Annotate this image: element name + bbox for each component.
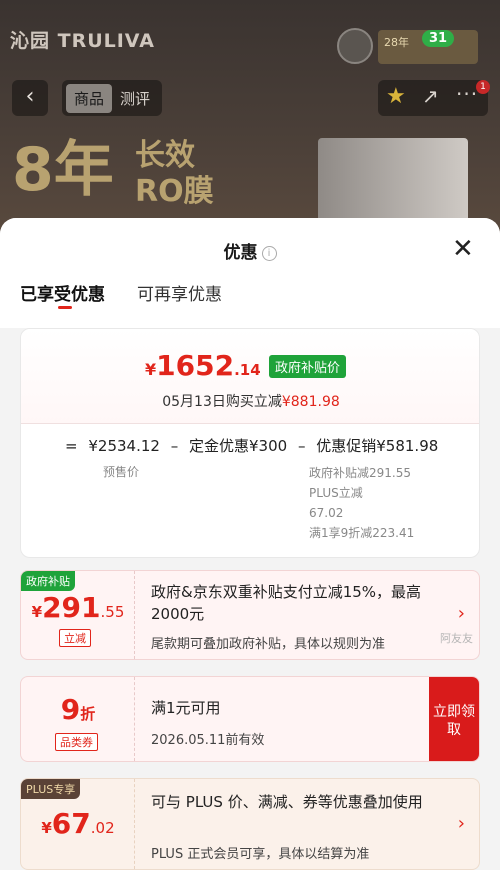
formula-equals: = xyxy=(65,437,78,455)
slogan-line2: RO膜 xyxy=(135,174,214,209)
coupon-amount-decimal: .02 xyxy=(90,819,115,837)
brand-seal-icon xyxy=(337,28,373,64)
promo-detail-discount: 满1享9折减223.41 xyxy=(309,526,415,540)
share-icon[interactable]: ↗ xyxy=(422,84,439,108)
coupon-gov-subsidy[interactable]: 政府补贴 ¥291.55 立减 政府&京东双重补贴支付立减15%，最高2000元… xyxy=(20,570,480,660)
watermark: 阿友友 xyxy=(440,632,473,645)
presale-price: ¥2534.12 xyxy=(88,437,160,455)
close-icon[interactable]: ✕ xyxy=(452,234,474,264)
coupon-value: PLUS专享 ¥67.02 xyxy=(21,779,135,869)
coupon-amount: ¥291.55 xyxy=(21,591,135,624)
product-image xyxy=(318,138,468,228)
purchase-discount-amount: ¥881.98 xyxy=(281,394,340,410)
discount-sheet: 优惠 i ✕ 已享受优惠 可再享优惠 ¥1652.14 政府补贴价 05月13日购… xyxy=(0,218,500,870)
formula-minus: – xyxy=(170,437,179,455)
gov-subsidy-price-tag: 政府补贴价 xyxy=(269,355,347,378)
tab-enjoyed-discounts[interactable]: 已享受优惠 xyxy=(20,280,105,309)
coupon-info: 满1元可用 2026.05.11前有效 立即领取 xyxy=(135,677,479,761)
promo-discount: 优惠促销¥581.98 xyxy=(316,437,439,455)
product-page-background: 沁园 TRULIVA 28年 31 ‹ 商品 测评 ★ ↗ ··· 1 8年 长… xyxy=(0,0,500,240)
tab-more-discounts[interactable]: 可再享优惠 xyxy=(137,280,222,305)
coupon-info: 政府&京东双重补贴支付立减15%，最高2000元 尾款期可叠加政府补贴，具体以规… xyxy=(135,571,479,659)
chevron-left-icon: ‹ xyxy=(25,84,35,109)
favorite-star-icon[interactable]: ★ xyxy=(386,84,406,109)
claim-coupon-button[interactable]: 立即领取 xyxy=(429,677,479,761)
currency-symbol: ¥ xyxy=(145,360,157,379)
coupon-amount-integer: 67 xyxy=(51,807,91,840)
coupon-amount: ¥67.02 xyxy=(21,807,135,840)
coupon-tag: 政府补贴 xyxy=(21,571,75,591)
discount-tabs: 已享受优惠 可再享优惠 xyxy=(20,280,254,309)
slogan-side: 长效 RO膜 xyxy=(135,138,214,210)
purchase-date-text: 05月13日购买立减 xyxy=(162,394,282,410)
presale-label: 预售价 xyxy=(103,465,140,479)
info-icon[interactable]: i xyxy=(261,246,277,261)
chevron-right-icon[interactable]: › xyxy=(458,603,465,624)
coupon-discount-rate: 9 xyxy=(60,693,81,726)
coupon-plus[interactable]: PLUS专享 ¥67.02 可与 PLUS 价、满减、券等优惠叠加使用 PLUS… xyxy=(20,778,480,870)
coupon-amount-integer: 291 xyxy=(42,591,101,624)
coupon-chip: 品类券 xyxy=(55,733,98,751)
back-button[interactable]: ‹ xyxy=(12,80,48,116)
final-price-decimal: .14 xyxy=(234,361,261,379)
coupon-subtitle: PLUS 正式会员可享，具体以结算为准 xyxy=(151,847,370,862)
notification-badge: 1 xyxy=(476,80,490,94)
price-formula: = ¥2534.12 – 定金优惠¥300 – 优惠促销¥581.98 xyxy=(65,435,444,456)
coupon-discount-unit: 折 xyxy=(80,705,96,723)
brand-logo: 沁园 TRULIVA xyxy=(10,30,155,52)
coupon-tag: PLUS专享 xyxy=(21,779,81,799)
coupon-amount: 9折 xyxy=(21,693,135,726)
coupon-info: 可与 PLUS 价、满减、券等优惠叠加使用 PLUS 正式会员可享，具体以结算为… xyxy=(135,779,479,869)
sheet-title-text: 优惠 xyxy=(223,243,258,263)
badge-text: 28年 xyxy=(384,36,409,49)
final-price-integer: 1652 xyxy=(156,349,235,382)
formula-minus: – xyxy=(297,437,306,455)
coupon-value: 9折 品类券 xyxy=(21,677,135,761)
deposit-discount: 定金优惠¥300 xyxy=(189,437,288,455)
promo-detail-plus-amount: 67.02 xyxy=(309,506,344,520)
coupon-currency: ¥ xyxy=(41,819,52,837)
more-icon[interactable]: ··· xyxy=(456,82,478,106)
coupon-value: 政府补贴 ¥291.55 立减 xyxy=(21,571,135,659)
coupon-title: 政府&京东双重补贴支付立减15%，最高2000元 xyxy=(151,583,422,623)
sheet-header: 优惠 i ✕ 已享受优惠 可再享优惠 xyxy=(0,218,500,328)
coupon-title: 可与 PLUS 价、满减、券等优惠叠加使用 xyxy=(151,793,423,811)
promo-detail-gov: 政府补贴减291.55 xyxy=(309,466,411,480)
coupon-chip: 立减 xyxy=(59,629,91,647)
sheet-title: 优惠 i xyxy=(0,238,500,263)
product-nav-tabs: 商品 测评 xyxy=(62,80,163,116)
coupon-subtitle: 2026.05.11前有效 xyxy=(151,733,265,748)
coupon-currency: ¥ xyxy=(31,603,43,621)
purchase-discount-line: 05月13日购买立减¥881.98 xyxy=(21,391,479,411)
final-price-section: ¥1652.14 政府补贴价 05月13日购买立减¥881.98 xyxy=(21,329,479,424)
claim-button-label: 立即领取 xyxy=(433,704,475,738)
promo-detail-plus: PLUS立减 xyxy=(309,486,363,500)
chevron-right-icon[interactable]: › xyxy=(458,813,465,834)
slogan-line1: 长效 xyxy=(135,138,195,173)
coupon-title: 满1元可用 xyxy=(151,699,221,717)
coupon-amount-decimal: .55 xyxy=(100,603,125,621)
slogan-main: 8年 xyxy=(12,140,114,200)
tab-review[interactable]: 测评 xyxy=(112,84,158,113)
tab-goods[interactable]: 商品 xyxy=(66,83,113,113)
battery-indicator: 31 xyxy=(422,30,455,47)
coupon-category: 9折 品类券 满1元可用 2026.05.11前有效 立即领取 xyxy=(20,676,480,762)
promo-details: 政府补贴减291.55 PLUS立减 67.02 满1享9折减223.41 xyxy=(309,463,459,543)
price-breakdown-card: ¥1652.14 政府补贴价 05月13日购买立减¥881.98 = ¥2534… xyxy=(20,328,480,558)
final-price: ¥1652.14 xyxy=(145,349,261,382)
coupon-subtitle: 尾款期可叠加政府补贴，具体以规则为准 xyxy=(151,637,386,652)
slogan-main-text: 8年 xyxy=(12,135,114,205)
